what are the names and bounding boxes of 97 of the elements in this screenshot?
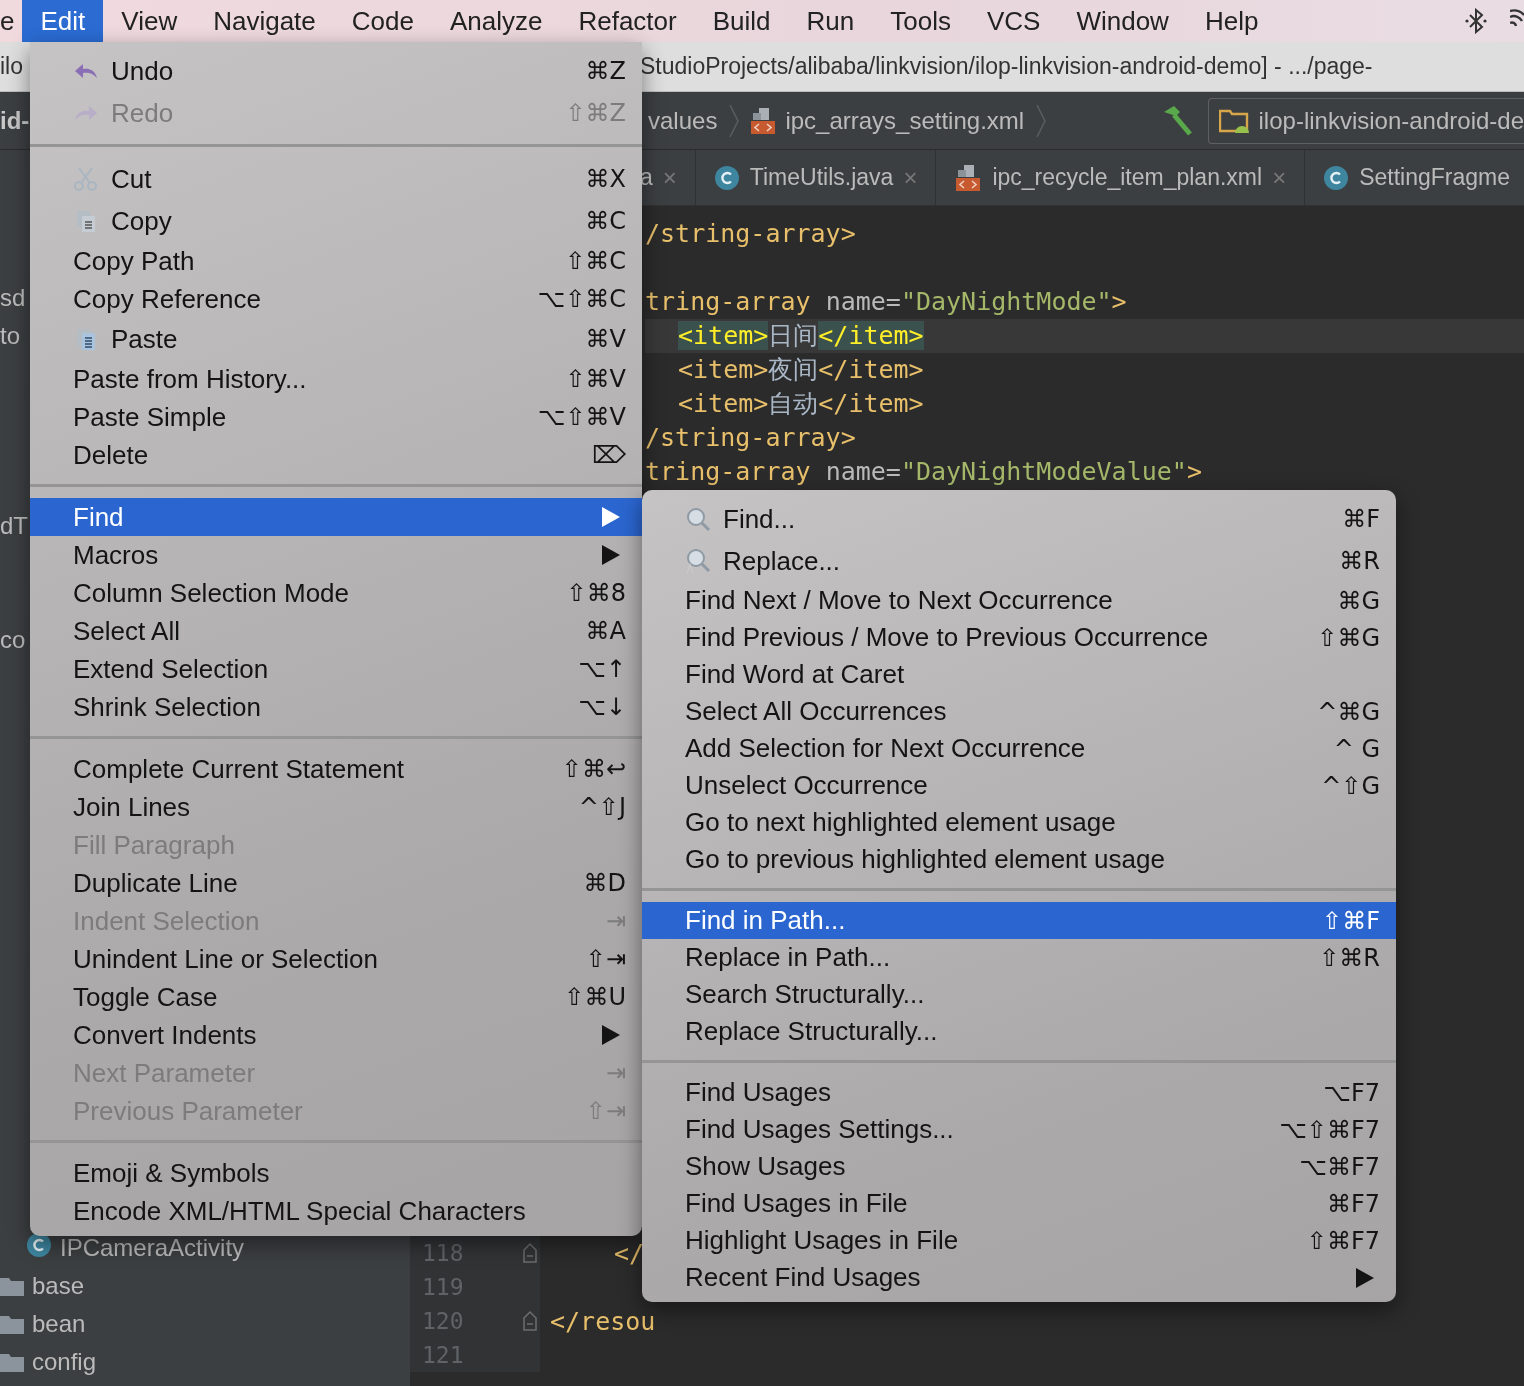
menu-item[interactable]: Undo ⌘Z <box>30 50 642 92</box>
code-line: <item>自动</item> <box>677 388 925 420</box>
menu-item[interactable]: Paste from History... ⇧⌘V <box>30 360 642 398</box>
menu-item[interactable]: Duplicate Line ⌘D <box>30 864 642 902</box>
tree-item[interactable]: dT <box>0 512 28 540</box>
code-line: /string-array> <box>645 422 857 454</box>
menu-item[interactable]: Complete Current Statement ⇧⌘↩ <box>30 750 642 788</box>
menu-item[interactable]: Find... ⌘F <box>642 498 1396 540</box>
menu-bar-item[interactable]: VCS <box>968 0 1059 42</box>
menu-item[interactable]: Column Selection Mode ⇧⌘8 <box>30 574 642 612</box>
code-line: tring-array name="DayNightModeValue"> <box>645 456 1203 488</box>
breadcrumb-item[interactable]: ipc_arrays_setting.xml <box>785 106 1025 135</box>
menu-item[interactable]: Recent Find Usages <box>642 1259 1396 1296</box>
menu-item[interactable]: Find in Path... ⇧⌘F <box>642 902 1396 939</box>
menu-bar-item[interactable]: Tools <box>872 0 969 42</box>
menu-item[interactable]: Replace Structurally... <box>642 1013 1396 1050</box>
editor-tab[interactable]: SettingFragme <box>1305 150 1524 205</box>
folder-icon <box>0 1351 24 1373</box>
menu-item[interactable]: Macros <box>30 536 642 574</box>
scissors-icon <box>73 166 99 192</box>
menu-item[interactable]: Add Selection for Next Occurrence ^ G <box>642 730 1396 767</box>
class-icon <box>26 1232 52 1258</box>
code-line: <item>夜间</item> <box>677 354 925 386</box>
menu-item[interactable]: Convert Indents <box>30 1016 642 1054</box>
menu-item[interactable]: Encode XML/HTML Special Characters <box>30 1192 642 1230</box>
menu-item[interactable]: Join Lines ^⇧J <box>30 788 642 826</box>
menu-item[interactable]: Copy Reference ⌥⇧⌘C <box>30 280 642 318</box>
menu-item[interactable]: Find Previous / Move to Previous Occurrence ⇧⌘G <box>642 619 1396 656</box>
code-line: /string-array> <box>645 218 857 250</box>
menu-item[interactable]: Find Next / Move to Next Occurrence ⌘G <box>642 582 1396 619</box>
menu-bar-item[interactable]: Window <box>1058 0 1187 42</box>
breadcrumb-item[interactable]: values <box>648 106 718 135</box>
class-icon <box>1323 164 1350 191</box>
menu-item[interactable]: Replace in Path... ⇧⌘R <box>642 939 1396 976</box>
run-configuration-selector[interactable]: ilop-linkvision-android-de <box>1207 97 1524 144</box>
menu-item[interactable]: Emoji & Symbols <box>30 1154 642 1192</box>
menu-bar-item[interactable]: Refactor <box>560 0 695 42</box>
breadcrumb-item[interactable]: id- <box>0 106 30 134</box>
xml-file-icon <box>749 106 778 135</box>
menu-item[interactable]: Select All ⌘A <box>30 612 642 650</box>
tree-item[interactable]: config <box>32 1348 97 1376</box>
menu-bar-item[interactable]: Navigate <box>195 0 334 42</box>
menu-item[interactable]: Toggle Case ⇧⌘U <box>30 978 642 1016</box>
tree-item[interactable]: base <box>32 1272 85 1300</box>
menu-item[interactable]: Go to next highlighted element usage <box>642 804 1396 841</box>
menu-bar-item[interactable]: Edit <box>22 0 104 42</box>
code-line: </resou <box>550 1306 656 1336</box>
menu-item[interactable]: Show Usages ⌥⌘F7 <box>642 1148 1396 1185</box>
window-title: StudioProjects/alibaba/linkvision/ilop-linkvision-android-demo] - .../page- <box>640 53 1373 80</box>
menu-bar-item[interactable]: e <box>0 0 23 42</box>
magnifier-icon <box>685 506 711 532</box>
menu-item[interactable]: Replace... ⌘R <box>642 540 1396 582</box>
folder-icon <box>0 1275 24 1297</box>
menu-item[interactable]: Go to previous highlighted element usage <box>642 841 1396 878</box>
bluetooth-icon[interactable] <box>1464 8 1488 34</box>
tree-item[interactable]: bean <box>32 1310 86 1338</box>
menu-item[interactable]: Paste ⌘V <box>30 318 642 360</box>
code-line: </ <box>614 1238 645 1268</box>
menu-bar-item[interactable]: Code <box>333 0 432 42</box>
menu-bar-item[interactable]: Run <box>788 0 873 42</box>
menu-item[interactable]: Find Usages in File ⌘F7 <box>642 1185 1396 1222</box>
tree-item[interactable]: co <box>0 626 26 654</box>
menu-bar-item[interactable]: Analyze <box>431 0 561 42</box>
magnifier-icon <box>685 548 711 574</box>
menu-item[interactable]: Highlight Usages in File ⇧⌘F7 <box>642 1222 1396 1259</box>
editor-tab[interactable]: ipc_recycle_item_plan.xml × <box>936 150 1306 205</box>
window-title: ilo <box>0 53 23 79</box>
menu-item[interactable]: Find Usages Settings... ⌥⇧⌘F7 <box>642 1111 1396 1148</box>
menu-item[interactable]: Copy ⌘C <box>30 200 642 242</box>
menu-item[interactable]: Unselect Occurrence ^⇧G <box>642 767 1396 804</box>
menu-item[interactable]: Unindent Line or Selection ⇧⇥ <box>30 940 642 978</box>
fold-marker-icon[interactable] <box>522 1310 538 1332</box>
menu-item[interactable]: Delete ⌦ <box>30 436 642 474</box>
tree-item[interactable]: to <box>0 322 20 350</box>
menu-item[interactable]: Search Structurally... <box>642 976 1396 1013</box>
menu-item[interactable]: Extend Selection ⌥↑ <box>30 650 642 688</box>
tree-item[interactable]: sd <box>0 284 26 312</box>
menu-item[interactable]: Shrink Selection ⌥↓ <box>30 688 642 726</box>
xml-file-icon <box>954 163 983 192</box>
menu-bar-item[interactable]: View <box>103 0 196 42</box>
class-icon <box>713 164 740 191</box>
menu-item[interactable]: Find Word at Caret <box>642 656 1396 693</box>
menu-item[interactable]: Cut ⌘X <box>30 158 642 200</box>
folder-icon <box>0 1313 24 1335</box>
tree-item[interactable]: IPCameraActivity <box>60 1234 245 1262</box>
menu-item[interactable]: Find <box>30 498 642 536</box>
chevron-icon <box>1036 103 1047 138</box>
fold-marker-icon[interactable] <box>522 1242 538 1264</box>
menu-item[interactable]: Copy Path ⇧⌘C <box>30 242 642 280</box>
menu-bar-item[interactable]: Build <box>694 0 789 42</box>
menu-item[interactable]: Paste Simple ⌥⇧⌘V <box>30 398 642 436</box>
code-line: tring-array name="DayNightMode"> <box>645 286 1128 318</box>
menu-item[interactable]: Find Usages ⌥F7 <box>642 1074 1396 1111</box>
chevron-icon <box>729 103 740 138</box>
menu-item[interactable]: Select All Occurrences ^⌘G <box>642 693 1396 730</box>
menu-bar-item[interactable]: Help <box>1186 0 1277 42</box>
editor-tab[interactable]: TimeUtils.java × <box>695 150 937 205</box>
